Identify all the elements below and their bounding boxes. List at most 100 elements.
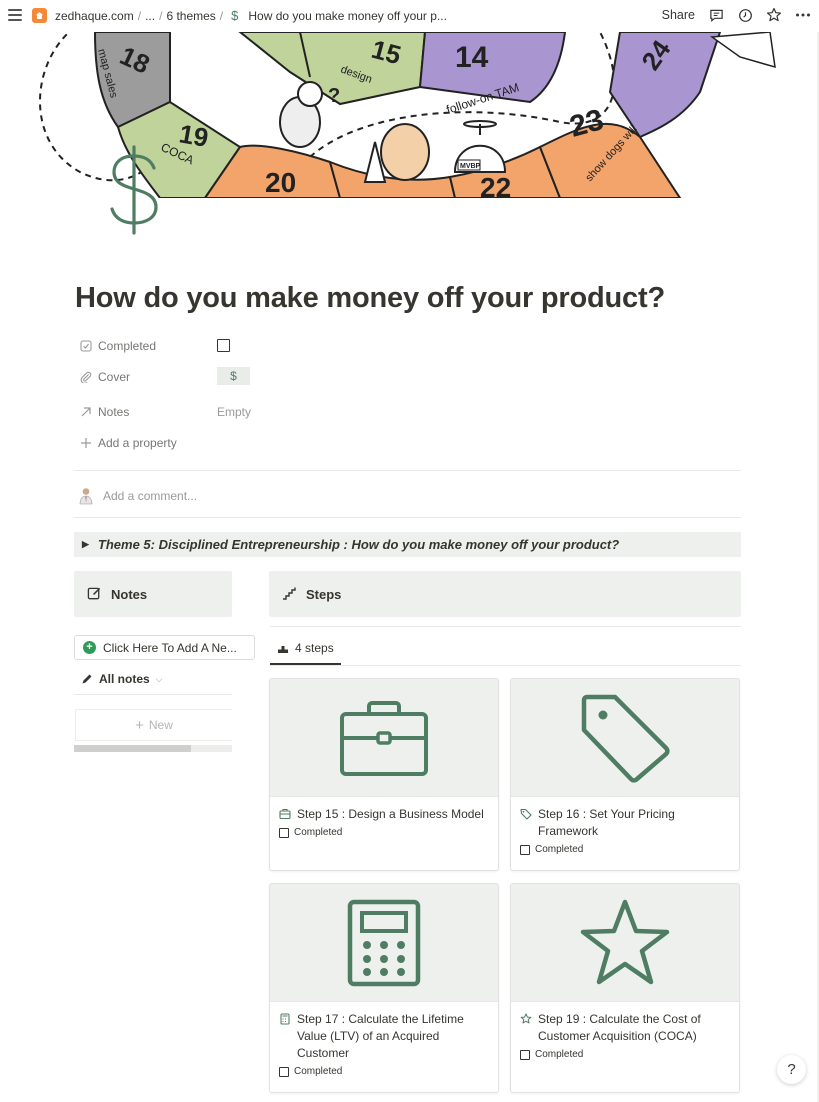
card-title: Step 15 : Design a Business Model	[270, 797, 498, 823]
svg-text:?: ?	[328, 85, 340, 107]
breadcrumb-separator: /	[159, 8, 163, 23]
site-home-icon[interactable]	[32, 8, 47, 23]
card-title: Step 19 : Calculate the Cost of Customer…	[511, 1002, 739, 1045]
card-title-text: Step 19 : Calculate the Cost of Customer…	[538, 1012, 701, 1043]
breadcrumb-separator: /	[219, 8, 224, 23]
calculator-icon	[279, 1013, 292, 1026]
breadcrumb-current[interactable]: How do you make money off your p...	[246, 9, 449, 23]
share-button[interactable]: Share	[662, 8, 695, 22]
card-completed-label: Completed	[294, 827, 343, 838]
card-completed: Completed	[511, 1045, 739, 1060]
card-completed-label: Completed	[535, 1049, 584, 1060]
steps-heading-label: Steps	[306, 586, 342, 602]
completed-checkbox[interactable]	[279, 1066, 289, 1077]
step-card-17[interactable]: Step 17 : Calculate the Lifetime Value (…	[269, 883, 499, 1093]
step-card-16[interactable]: Step 16 : Set Your Pricing Framework Com…	[510, 678, 740, 871]
svg-text:14: 14	[455, 41, 489, 74]
menu-icon[interactable]	[8, 9, 22, 21]
steps-heading: Steps	[269, 571, 741, 617]
stairs-icon	[282, 586, 298, 602]
all-notes-label: All notes	[99, 672, 150, 686]
star-icon	[580, 899, 670, 984]
add-note-button[interactable]: + Click Here To Add A Ne...	[74, 635, 255, 660]
property-notes[interactable]: Notes	[79, 402, 129, 422]
paperclip-icon	[79, 371, 92, 384]
notes-heading: Notes	[74, 571, 232, 617]
divider	[74, 517, 741, 518]
theme-toggle-text: Theme 5: Disciplined Entrepreneurship : …	[97, 537, 620, 552]
new-note-label: New	[148, 718, 173, 732]
star-icon[interactable]	[766, 7, 782, 23]
checkbox-property-icon	[79, 340, 92, 353]
scrollbar-thumb[interactable]	[74, 745, 191, 752]
divider	[74, 694, 232, 695]
chevron-down-icon: ⌵	[155, 673, 163, 684]
briefcase-icon	[279, 808, 292, 821]
completed-checkbox[interactable]	[217, 339, 230, 352]
notes-value[interactable]: Empty	[217, 405, 251, 419]
property-cover-label: Cover	[98, 370, 131, 384]
steps-tab-label: 4 steps	[295, 641, 334, 655]
property-cover[interactable]: Cover	[79, 367, 130, 387]
cover-thumbnail[interactable]: $	[217, 367, 250, 385]
breadcrumb-site[interactable]: zedhaque.com	[53, 9, 136, 23]
plus-icon	[79, 437, 92, 450]
new-note-button[interactable]: + New	[75, 709, 232, 741]
breadcrumb-ellipsis[interactable]: ...	[143, 9, 157, 23]
completed-checkbox[interactable]	[520, 844, 530, 855]
completed-checkbox[interactable]	[520, 1049, 530, 1060]
breadcrumb-separator: /	[137, 8, 142, 23]
card-title: Step 17 : Calculate the Lifetime Value (…	[270, 1002, 498, 1062]
page-dollar-icon[interactable]	[104, 144, 166, 236]
plus-circle-icon: +	[83, 641, 96, 654]
gallery-view-icon	[277, 642, 289, 654]
step-card-15[interactable]: Step 15 : Design a Business Model Comple…	[269, 678, 499, 871]
add-property-button[interactable]: Add a property	[79, 433, 177, 453]
divider	[74, 470, 741, 471]
property-completed-label: Completed	[98, 339, 157, 353]
top-actions: Share	[662, 7, 811, 23]
add-note-label: Click Here To Add A Ne...	[103, 640, 237, 655]
card-completed: Completed	[270, 1062, 498, 1077]
card-title-text: Step 15 : Design a Business Model	[297, 807, 484, 821]
help-button[interactable]: ?	[777, 1055, 806, 1084]
breadcrumb-parent[interactable]: 6 themes	[164, 9, 217, 23]
svg-text:22: 22	[480, 172, 511, 198]
top-bar: zedhaque.com / ... / 6 themes / $ How do…	[0, 0, 819, 32]
card-cover	[270, 884, 498, 1002]
all-notes-view-selector[interactable]: All notes ⌵	[81, 672, 163, 686]
card-completed: Completed	[270, 823, 498, 838]
card-cover	[270, 679, 498, 797]
history-icon[interactable]	[737, 7, 753, 23]
step-card-19[interactable]: Step 19 : Calculate the Cost of Customer…	[510, 883, 740, 1093]
star-icon	[520, 1013, 533, 1026]
breadcrumb: zedhaque.com / ... / 6 themes / $ How do…	[32, 8, 449, 23]
svg-text:20: 20	[265, 167, 296, 198]
card-completed: Completed	[511, 840, 739, 855]
property-completed[interactable]: Completed	[79, 336, 156, 356]
comment-bar[interactable]: Add a comment...	[79, 487, 197, 505]
notes-heading-label: Notes	[111, 586, 148, 602]
comment-icon[interactable]	[708, 7, 724, 23]
briefcase-icon	[340, 700, 428, 776]
edit-note-icon	[87, 586, 103, 602]
dollar-icon: $	[231, 8, 239, 23]
more-icon[interactable]	[795, 7, 811, 23]
add-property-label: Add a property	[98, 436, 177, 450]
pencil-icon	[81, 673, 93, 685]
theme-toggle[interactable]: ▶ Theme 5: Disciplined Entrepreneurship …	[74, 532, 741, 557]
completed-checkbox[interactable]	[279, 827, 289, 838]
card-title-text: Step 17 : Calculate the Lifetime Value (…	[297, 1012, 464, 1060]
divider	[270, 626, 741, 627]
toggle-triangle-icon[interactable]: ▶	[82, 539, 89, 550]
page-title[interactable]: How do you make money off your product?	[75, 282, 665, 315]
divider	[270, 665, 741, 666]
relation-arrow-icon	[79, 406, 92, 419]
comment-input[interactable]: Add a comment...	[103, 489, 197, 503]
tab-steps-gallery[interactable]: 4 steps	[277, 641, 334, 655]
card-completed-label: Completed	[535, 844, 584, 855]
card-title: Step 16 : Set Your Pricing Framework	[511, 797, 739, 840]
property-notes-label: Notes	[98, 405, 130, 419]
mvbp-sign: MVBP	[460, 163, 481, 170]
calculator-icon	[347, 899, 421, 986]
